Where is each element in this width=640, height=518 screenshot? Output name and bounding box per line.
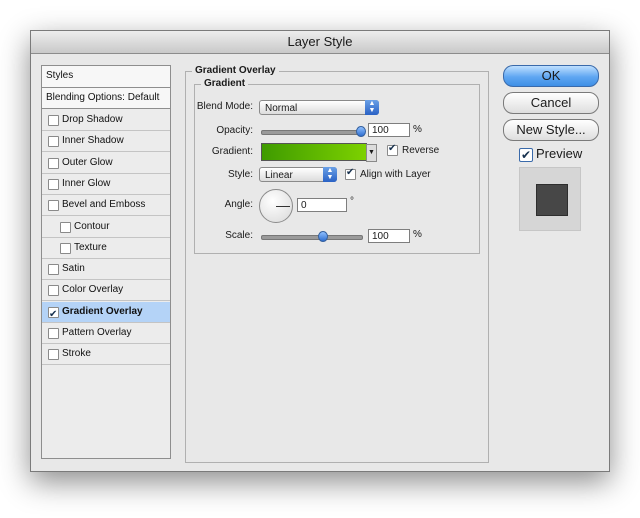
opacity-unit: %: [413, 124, 422, 135]
sidebar-item-label: Blending Options: Default: [46, 92, 160, 103]
opacity-slider-track[interactable]: [261, 130, 363, 135]
sidebar-item[interactable]: Drop Shadow: [42, 110, 170, 131]
layer-style-dialog: Layer Style Styles Blending Options: Defa…: [30, 30, 610, 472]
preview-label: Preview: [536, 146, 583, 161]
preview-checkbox[interactable]: ✔: [519, 148, 533, 162]
blend-mode-select[interactable]: Normal ▲ ▼: [259, 100, 379, 115]
scale-slider-track[interactable]: [261, 235, 363, 240]
sidebar-item-label: Gradient Overlay: [62, 305, 143, 317]
opacity-slider-thumb[interactable]: [356, 126, 366, 137]
sidebar-item[interactable]: Contour: [42, 217, 170, 238]
sidebar-item-checkbox[interactable]: [48, 328, 59, 339]
sidebar-item-label: Satin: [62, 263, 85, 275]
sidebar-item-checkbox[interactable]: [48, 157, 59, 169]
reverse-checkbox[interactable]: [387, 143, 398, 156]
angle-dial[interactable]: [259, 189, 293, 223]
sidebar-item-label: Texture: [74, 241, 107, 253]
sidebar-item-label: Inner Glow: [62, 177, 111, 189]
align-with-layer-checkbox[interactable]: [345, 167, 356, 180]
scale-slider-thumb[interactable]: [318, 231, 328, 242]
opacity-input[interactable]: 100: [368, 123, 410, 137]
gradient-picker[interactable]: [261, 143, 367, 161]
sidebar-item-label: Outer Glow: [62, 156, 113, 168]
sidebar-item-label: Color Overlay: [62, 284, 124, 296]
blend-mode-label: Blend Mode:: [196, 101, 253, 112]
sidebar-item[interactable]: Outer Glow: [42, 153, 170, 174]
sidebar-item-label: Bevel and Emboss: [62, 199, 146, 211]
sidebar-item-checkbox[interactable]: [48, 200, 59, 212]
sidebar-item-label: Drop Shadow: [62, 114, 123, 125]
sidebar-item-label: Stroke: [62, 348, 91, 360]
sidebar-item-checkbox[interactable]: [60, 221, 71, 233]
sidebar-item[interactable]: Stroke: [42, 344, 170, 366]
sidebar-item-label: Inner Shadow: [62, 135, 124, 147]
style-label: Style:: [227, 169, 253, 180]
sidebar-item-checkbox[interactable]: [48, 305, 59, 325]
sidebar-item[interactable]: Gradient Overlay: [42, 301, 170, 325]
angle-unit: °: [350, 196, 354, 207]
sidebar-item[interactable]: Color Overlay: [42, 280, 170, 302]
sidebar-item[interactable]: Bevel and Emboss: [42, 195, 170, 217]
scale-label: Scale:: [225, 230, 253, 241]
subgroup-title: Gradient: [201, 78, 249, 89]
sidebar-item[interactable]: Satin: [42, 259, 170, 281]
preview-box: [519, 167, 581, 231]
sidebar-item-checkbox[interactable]: [48, 264, 59, 276]
sidebar-item-label: Contour: [74, 220, 110, 232]
sidebar-item-label: Pattern Overlay: [62, 327, 132, 338]
window-title: Layer Style: [31, 31, 609, 54]
angle-label: Angle:: [224, 199, 253, 210]
gradient-label: Gradient:: [211, 146, 253, 157]
style-value: Linear: [265, 170, 293, 181]
new-style-button[interactable]: New Style...: [503, 119, 599, 141]
styles-sidebar: Styles Blending Options: Default Drop Shad…: [41, 65, 171, 459]
sidebar-item[interactable]: Texture: [42, 238, 170, 259]
cancel-button[interactable]: Cancel: [503, 92, 599, 114]
gradient-group-box: Gradient Blend Mode: Normal ▲ ▼ Opacity: …: [194, 78, 480, 254]
chevron-updown-icon: ▲ ▼: [323, 167, 337, 182]
reverse-label: Reverse: [402, 145, 440, 156]
angle-needle: [276, 206, 290, 207]
sidebar-item-checkbox[interactable]: [48, 349, 59, 361]
ok-button[interactable]: OK: [503, 65, 599, 87]
sidebar-item-checkbox[interactable]: [60, 242, 71, 254]
chevron-updown-icon: ▲ ▼: [365, 100, 379, 115]
style-select[interactable]: Linear ▲ ▼: [259, 167, 337, 182]
align-with-layer-label: Align with Layer: [360, 169, 431, 180]
sidebar-item[interactable]: Pattern Overlay: [42, 323, 170, 344]
sidebar-item-checkbox[interactable]: [48, 115, 59, 126]
sidebar-item-checkbox[interactable]: [48, 136, 59, 148]
sidebar-item[interactable]: Inner Glow: [42, 174, 170, 195]
gradient-dropdown-arrow-icon[interactable]: ▼: [366, 144, 377, 162]
scale-unit: %: [413, 229, 422, 240]
sidebar-item[interactable]: Blending Options: Default: [42, 88, 170, 109]
scale-input[interactable]: 100: [368, 229, 410, 243]
sidebar-item[interactable]: Styles: [42, 66, 170, 88]
opacity-label: Opacity:: [216, 125, 253, 136]
sidebar-item-label: Styles: [46, 70, 74, 81]
sidebar-item-checkbox[interactable]: [48, 285, 59, 297]
angle-input[interactable]: 0: [297, 198, 347, 212]
gradient-overlay-panel: Gradient Overlay Gradient Blend Mode: No…: [185, 65, 489, 463]
panel-group-title: Gradient Overlay: [192, 65, 279, 76]
blend-mode-value: Normal: [265, 103, 298, 114]
preview-swatch: [536, 184, 568, 216]
sidebar-item[interactable]: Inner Shadow: [42, 131, 170, 153]
sidebar-item-checkbox[interactable]: [48, 178, 59, 190]
